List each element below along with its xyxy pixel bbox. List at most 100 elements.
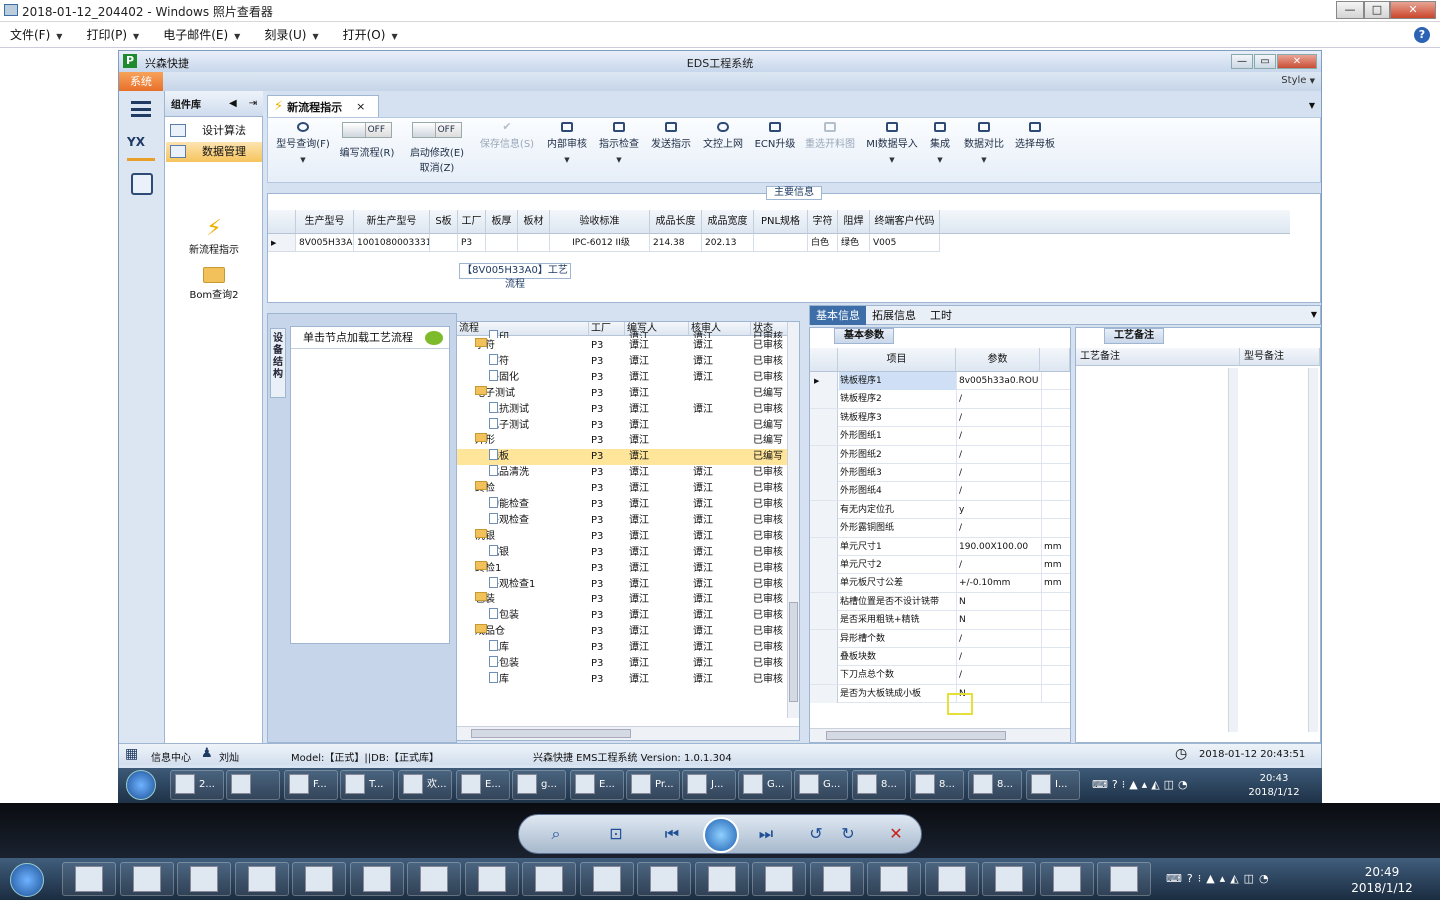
menu-item-3[interactable]: 刻录(U) ▼ [264,26,318,43]
taskbar-app-14[interactable] [867,862,921,896]
taskbar-button-6[interactable]: g... [512,770,566,800]
system-tab[interactable]: 系统 [119,72,163,91]
menu-item-0[interactable]: 文件(F) ▼ [10,26,62,43]
doc-tab-close-icon[interactable]: × [356,100,365,113]
param-value[interactable]: / [958,427,1042,446]
taskbar-button-0[interactable]: 2... [170,770,224,800]
help-icon[interactable]: ? [1414,27,1430,43]
model-query-button[interactable]: 型号查询(F) ▼ [274,122,332,164]
param-value[interactable]: 190.00X100.00 [958,537,1042,556]
info-center[interactable]: 信息中心 [151,749,191,764]
taskbar-app-13[interactable] [809,862,864,896]
tool-bom-query[interactable]: Bom查询2 [165,267,263,301]
table-row[interactable]: 沉银 P3 谭江 谭江 已审核 [457,544,789,561]
click-node-panel[interactable]: 单击节点加载工艺流程 [290,326,450,644]
taskbar-app-11[interactable] [694,862,749,896]
app-minimize-button[interactable]: — [1231,53,1253,69]
param-value[interactable]: / [958,519,1042,538]
param-value[interactable]: / [958,629,1042,648]
menu-item-2[interactable]: 电子邮件(E) ▼ [163,26,240,43]
table-row[interactable]: 下刀点总个数 / [810,666,1070,685]
menu-item-4[interactable]: 打开(O) ▼ [343,26,398,43]
table-row[interactable]: 单元尺寸1 190.00X100.00 mm [810,537,1070,556]
main-cell-0[interactable]: 8V005H33A0 [296,234,354,252]
maximize-button[interactable]: □ [1364,0,1390,19]
main-cell-4[interactable] [486,234,518,252]
save-info-button[interactable]: ✔ 保存信息(S) [476,121,538,150]
table-row[interactable]: 内包装 P3 谭江 谭江 已审核 [457,608,789,624]
param-value[interactable]: / [958,390,1042,409]
main-cell-3[interactable]: P3 [458,234,486,252]
next-icon[interactable]: ⏭ [755,823,777,845]
taskbar-button-5[interactable]: E... [456,770,510,800]
param-value[interactable]: / [958,648,1042,666]
previous-icon[interactable]: ⏮ [661,823,683,845]
taskbar-app-7[interactable] [464,862,519,896]
hamburger-menu-icon[interactable] [131,101,151,117]
detail-tab-0[interactable]: 基本信息 [810,306,866,325]
table-row[interactable]: −字符 P3 谭江 谭江 已审核 [457,338,789,354]
params-horizontal-scrollbar[interactable] [810,728,1070,742]
start-modify-toggle[interactable]: OFF [412,122,462,138]
table-row[interactable]: −终检1 P3 谭江 谭江 已审核 [457,560,789,577]
taskbar-app-9[interactable] [579,862,634,896]
tab-dropdown-icon[interactable]: ▼ [1309,101,1315,110]
database-icon[interactable] [131,173,153,195]
edit-flow-toggle[interactable]: OFF [342,122,392,138]
param-value[interactable]: +/-0.10mm [958,574,1042,593]
param-value[interactable]: N [958,592,1042,611]
table-row[interactable]: 铣板 P3 谭江 已编写 [457,449,789,466]
taskbar-app-2[interactable] [177,862,231,896]
table-row[interactable]: 外包装 P3 谭江 谭江 已审核 [457,656,789,672]
start-orb-icon[interactable] [10,863,44,897]
taskbar-button-1[interactable] [226,770,280,800]
table-row[interactable]: 出库 P3 谭江 谭江 已审核 [457,671,789,688]
actual-size-icon[interactable]: ⊡ [605,823,627,845]
table-row[interactable]: 叠板块数 / [810,648,1070,667]
param-value[interactable]: N [958,611,1042,630]
table-row[interactable]: 外观检查1 P3 谭江 谭江 已审核 [457,576,789,593]
table-row[interactable]: −终检 P3 谭江 谭江 已审核 [457,481,789,497]
table-row[interactable]: −成品仓 P3 谭江 谭江 已审核 [457,624,789,640]
yx-logo-icon[interactable]: YX [127,135,155,161]
taskbar-button-11[interactable]: G... [794,770,848,800]
taskbar-app-6[interactable] [407,862,461,896]
taskbar-button-2[interactable]: F... [284,770,338,800]
start-orb-icon[interactable] [126,770,156,800]
integrate-button[interactable]: 集成 ▼ [922,122,958,164]
tree-vertical-scrollbar[interactable] [787,322,799,718]
table-row[interactable]: 是否采用粗铣+精铣 N [810,611,1070,630]
taskbar-app-5[interactable] [349,862,404,896]
taskbar-app-15[interactable] [924,862,979,896]
table-row[interactable]: 外形露铜图纸 / [810,519,1070,538]
table-row[interactable]: 单元尺寸2/mm [810,556,1070,575]
doc-upload-button[interactable]: 文控上网 [700,122,746,150]
taskbar-app-1[interactable] [119,862,174,896]
tree-horizontal-scrollbar[interactable] [457,726,799,740]
table-row[interactable]: 外形图纸1/ [810,427,1070,446]
taskbar-button-12[interactable]: 8... [852,770,906,800]
taskbar-button-9[interactable]: J... [682,770,736,800]
taskbar-button-3[interactable]: T... [340,770,394,800]
mi-import-button[interactable]: MI数据导入 ▼ [864,122,920,164]
inner-clock[interactable]: 20:43 2018/1/12 [1244,772,1304,800]
taskbar-button-15[interactable]: I... [1026,770,1080,800]
doc-tab-new-flow[interactable]: ⚡ 新流程指示 × [267,95,379,117]
taskbar-app-16[interactable] [982,862,1036,896]
nav-item-0[interactable]: 设计算法 [166,121,262,141]
app-restore-button[interactable]: ▭ [1254,53,1276,69]
zoom-icon[interactable]: ⌕ [545,823,567,845]
main-cell-10[interactable]: 白色 [808,234,838,252]
table-row[interactable]: 铣板程序2/ [810,390,1070,409]
taskbar-app-8[interactable] [522,862,576,896]
rotate-right-icon[interactable]: ↻ [837,823,859,845]
close-button[interactable]: ✕ [1390,0,1436,19]
remark-scrollbar[interactable] [1228,368,1238,732]
taskbar-app-3[interactable] [234,862,289,896]
table-row[interactable]: 电子测试 P3 谭江 已编写 [457,417,789,434]
taskbar-app-10[interactable] [637,862,691,896]
nav-item-1[interactable]: 数据管理 [166,142,262,162]
tray-icons[interactable]: ⌨?⁝▲▴◭◫◔ [1166,872,1274,885]
taskbar-app-17[interactable] [1039,862,1094,896]
taskbar-app-12[interactable] [752,862,806,896]
